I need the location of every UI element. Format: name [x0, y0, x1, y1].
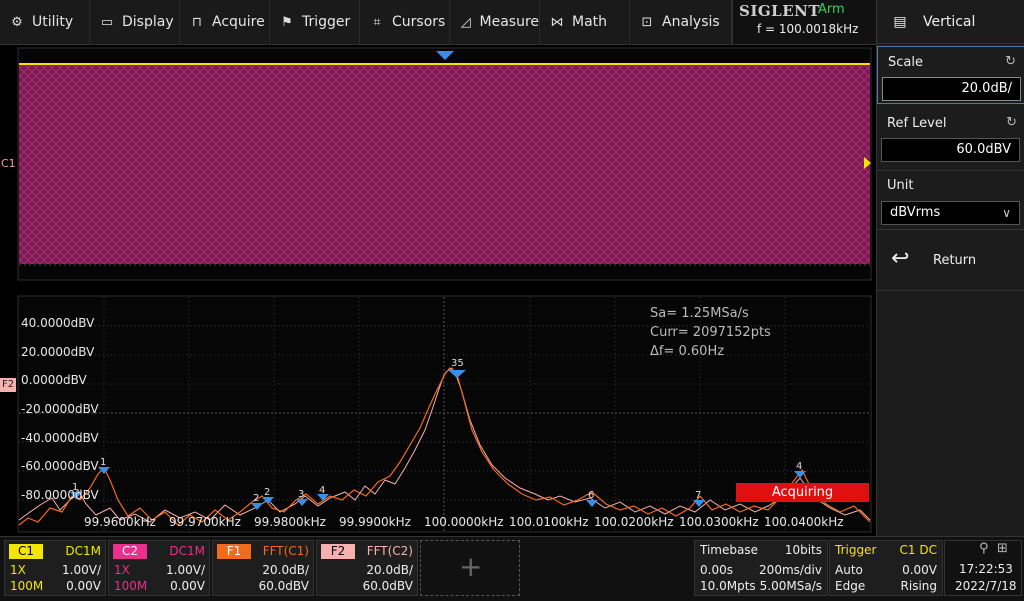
- trigger-type: Edge: [835, 579, 866, 593]
- trigger-source: C1 DC: [899, 543, 937, 557]
- f1-channel-box[interactable]: F1 FFT(C1) 20.0dB/ 60.0dBV: [212, 540, 314, 596]
- f1-tag: F1: [217, 544, 251, 559]
- timebase-delay: 0.00s: [700, 563, 733, 577]
- c2-tag: C2: [113, 544, 147, 559]
- c1-channel-marker[interactable]: C1: [1, 157, 16, 170]
- peak-marker-label: 3: [298, 489, 305, 500]
- peak-marker-label: 35: [451, 358, 464, 369]
- ref-level-control[interactable]: Ref Level ↻ 60.0dBV: [877, 108, 1024, 164]
- sample-rate: 5.00MSa/s: [759, 579, 822, 593]
- y-tick-label: 0.0000dBV: [21, 373, 87, 387]
- sample-rate-info: Sa= 1.25MSa/s: [650, 306, 749, 321]
- c2-offset: 0.00V: [170, 579, 205, 593]
- y-tick-label: -80.0000dBV: [21, 488, 99, 502]
- f2-tag: F2: [321, 544, 355, 559]
- f2-ref-level: 60.0dBV: [362, 579, 413, 593]
- x-tick-label: 100.0000kHz: [424, 515, 504, 529]
- c1-probe: 1X: [10, 563, 26, 577]
- trigger-box[interactable]: Trigger C1 DC Auto 0.00V Edge Rising: [829, 540, 943, 596]
- refresh-icon[interactable]: ↻: [1005, 54, 1016, 69]
- unit-value: dBVrms: [890, 205, 941, 220]
- clock-date: 2022/7/18: [955, 579, 1017, 593]
- c1-tag: C1: [9, 544, 43, 559]
- document-icon: ▤: [893, 13, 907, 30]
- c2-probe: 1X: [114, 563, 130, 577]
- plus-icon: +: [459, 550, 483, 583]
- x-tick-label: 100.0200kHz: [594, 515, 674, 529]
- f2-channel-marker[interactable]: F2: [0, 378, 16, 392]
- peak-marker-label: 1: [72, 482, 79, 493]
- return-label: Return: [933, 253, 977, 268]
- c1-channel-box[interactable]: C1 DC1M 1X 1.00V/ 100M 0.00V: [4, 540, 106, 596]
- f2-source: FFT(C2): [366, 544, 413, 558]
- c1-coupling: DC1M: [65, 544, 101, 558]
- panel-title-text: Vertical: [923, 13, 976, 30]
- f1-scale: 20.0dB/: [262, 563, 309, 577]
- x-tick-label: 99.9800kHz: [254, 515, 326, 529]
- y-tick-label: 20.0000dBV: [21, 345, 95, 359]
- f2-channel-box[interactable]: F2 FFT(C2) 20.0dB/ 60.0dBV: [316, 540, 418, 596]
- clock-time: 17:22:53: [959, 562, 1013, 576]
- f1-ref-level: 60.0dBV: [258, 579, 309, 593]
- ref-level-label: Ref Level: [887, 116, 947, 131]
- trigger-label: Trigger: [835, 543, 877, 557]
- unit-select[interactable]: dBVrms ∨: [881, 201, 1020, 225]
- peak-marker-label: 2: [253, 493, 260, 504]
- memory-depth: 10.0Mpts: [700, 579, 756, 593]
- network-icon: ⊞: [997, 541, 1008, 556]
- scale-field[interactable]: 20.0dB/: [882, 77, 1021, 101]
- chevron-down-icon: ∨: [1002, 206, 1011, 220]
- unit-label: Unit: [887, 178, 914, 193]
- panel-title: ▤ Vertical: [877, 0, 1024, 44]
- usb-icon: ⚲: [979, 541, 989, 556]
- vertical-panel: ▤ Vertical Scale ↻ 20.0dB/ Ref Level ↻ 60…: [876, 0, 1024, 600]
- timebase-scale: 200ms/div: [759, 563, 822, 577]
- c2-bandwidth: 100M: [114, 579, 148, 593]
- add-channel-button[interactable]: +: [420, 540, 520, 596]
- peak-marker-label: 2: [264, 487, 271, 498]
- trigger-slope: Rising: [900, 579, 937, 593]
- c2-waveform-envelope: [19, 64, 870, 264]
- x-tick-label: 99.9900kHz: [339, 515, 411, 529]
- peak-marker-label: 7: [695, 490, 702, 501]
- peak-marker-label: 6: [588, 490, 595, 501]
- adc-bits: 10bits: [784, 543, 822, 557]
- acquiring-status: Acquiring: [736, 483, 869, 502]
- scale-control[interactable]: Scale ↻ 20.0dB/: [877, 46, 1024, 104]
- y-tick-label: -20.0000dBV: [21, 402, 99, 416]
- resolution-info: Δf= 0.60Hz: [650, 344, 725, 359]
- c2-scale: 1.00V/: [166, 563, 205, 577]
- peak-marker-label: 4: [319, 485, 326, 496]
- c1-scale: 1.00V/: [62, 563, 101, 577]
- return-icon: ↩: [891, 246, 910, 271]
- x-tick-label: 99.9600kHz: [84, 515, 156, 529]
- y-tick-label: 40.0000dBV: [21, 316, 95, 330]
- clock-box: ⚲ ⊞ 17:22:53 2022/7/18: [944, 540, 1022, 596]
- peak-marker-label: 1: [100, 457, 107, 468]
- points-info: Curr= 2097152pts: [650, 325, 771, 340]
- x-tick-label: 100.0400kHz: [764, 515, 844, 529]
- f1-source: FFT(C1): [262, 544, 309, 558]
- c2-coupling: DC1M: [169, 544, 205, 558]
- scope-display: [17, 47, 872, 533]
- timebase-label: Timebase: [700, 543, 758, 557]
- trigger-mode: Auto: [835, 563, 863, 577]
- x-tick-label: 100.0100kHz: [509, 515, 589, 529]
- refresh-icon[interactable]: ↻: [1006, 115, 1017, 130]
- y-tick-label: -60.0000dBV: [21, 459, 99, 473]
- x-tick-label: 99.9700kHz: [169, 515, 241, 529]
- c1-bandwidth: 100M: [10, 579, 44, 593]
- c2-channel-box[interactable]: C2 DC1M 1X 1.00V/ 100M 0.00V: [108, 540, 210, 596]
- scale-label: Scale: [888, 55, 923, 70]
- trigger-level: 0.00V: [902, 563, 937, 577]
- c1-offset: 0.00V: [66, 579, 101, 593]
- timebase-box[interactable]: Timebase 10bits 0.00s 200ms/div 10.0Mpts…: [694, 540, 828, 596]
- y-tick-label: -40.0000dBV: [21, 431, 99, 445]
- f2-scale: 20.0dB/: [366, 563, 413, 577]
- unit-control[interactable]: Unit dBVrms ∨: [877, 170, 1024, 226]
- peak-marker-label: 4: [796, 461, 803, 472]
- ref-level-field[interactable]: 60.0dBV: [881, 138, 1020, 162]
- x-tick-label: 100.0300kHz: [679, 515, 759, 529]
- return-button[interactable]: ↩ Return: [877, 229, 1024, 291]
